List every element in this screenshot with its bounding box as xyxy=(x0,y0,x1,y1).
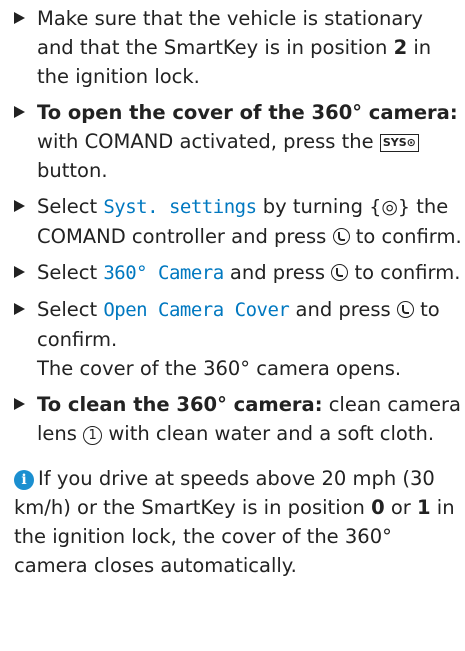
manual-page: Make sure that the vehicle is stationary… xyxy=(0,0,465,651)
step-4: Select 360° Camera and press to confirm. xyxy=(14,258,465,288)
info-note: i If you drive at speeds above 20 mph (30… xyxy=(14,464,465,580)
step-5: Select Open Camera Cover and press to co… xyxy=(14,295,465,383)
step-text: Select xyxy=(37,261,104,284)
step-text: and press xyxy=(223,261,332,284)
step-result: The cover of the 360° camera opens. xyxy=(37,357,402,380)
step-arrow-icon xyxy=(14,200,25,212)
position-number: 1 xyxy=(417,496,431,519)
menu-item-360-camera: 360° Camera xyxy=(103,262,224,284)
step-text: by turning xyxy=(256,195,370,218)
step-text: Select xyxy=(37,195,104,218)
step-text: and press xyxy=(289,298,397,321)
step-arrow-icon xyxy=(14,303,25,315)
step-heading: To open the cover of the 360° camera: xyxy=(37,101,458,124)
note-text: or xyxy=(384,496,418,519)
controller-turn-icon: {◎} xyxy=(369,196,410,218)
step-1: Make sure that the vehicle is stationary… xyxy=(14,4,465,91)
step-arrow-icon xyxy=(14,106,25,118)
step-arrow-icon xyxy=(14,398,25,410)
step-6: To clean the 360° camera: clean camera l… xyxy=(14,390,465,448)
step-text: to confirm. xyxy=(349,225,462,248)
step-text: Make sure that the vehicle is stationary… xyxy=(37,7,423,59)
step-text: button. xyxy=(37,159,108,182)
info-icon: i xyxy=(14,470,34,490)
position-number: 2 xyxy=(393,36,408,59)
step-arrow-icon xyxy=(14,266,25,278)
step-text: to confirm. xyxy=(348,261,461,284)
step-3: Select Syst. settings by turning {◎} the… xyxy=(14,192,465,251)
step-arrow-icon xyxy=(14,12,25,24)
sys-button-icon: SYS⊙ xyxy=(379,134,419,152)
lens-callout-number: 1 xyxy=(83,426,103,445)
step-text: with COMAND activated, press the xyxy=(37,130,380,153)
step-2: To open the cover of the 360° camera: wi… xyxy=(14,98,465,185)
controller-press-icon xyxy=(331,264,349,281)
step-text: with clean water and a soft cloth. xyxy=(102,422,435,445)
step-text: Select xyxy=(37,298,104,321)
menu-item-open-camera-cover: Open Camera Cover xyxy=(103,299,290,321)
controller-press-icon xyxy=(332,228,350,245)
controller-press-icon xyxy=(396,301,414,318)
step-heading: To clean the 360° camera: xyxy=(37,393,323,416)
position-number: 0 xyxy=(371,496,385,519)
menu-item-syst-settings: Syst. settings xyxy=(103,196,257,218)
